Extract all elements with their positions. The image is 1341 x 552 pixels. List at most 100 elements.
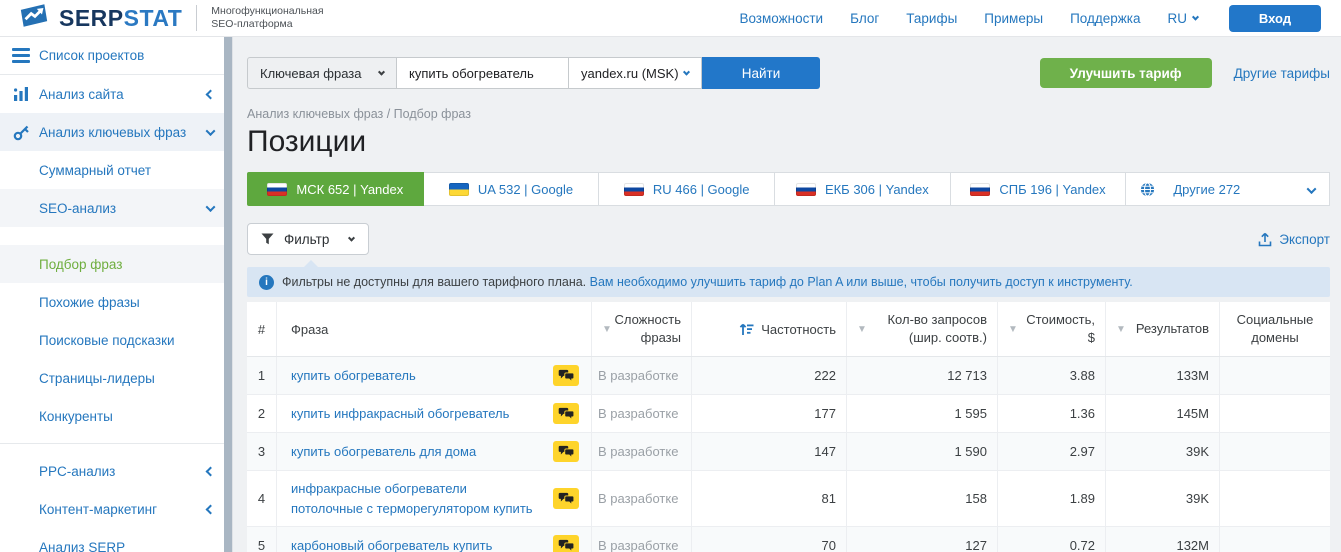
sidebar-item-site-analysis[interactable]: Анализ сайта bbox=[0, 75, 232, 113]
chevron-left-icon bbox=[207, 91, 214, 98]
row-number: 1 bbox=[247, 357, 277, 394]
filter-button[interactable]: Фильтр bbox=[247, 223, 369, 255]
region-dropdown[interactable]: yandex.ru (MSK) bbox=[569, 57, 702, 89]
column-header-difficulty[interactable]: ▼ Сложность фразы bbox=[592, 302, 692, 356]
language-switcher[interactable]: RU bbox=[1168, 11, 1199, 26]
phrase-link[interactable]: инфракрасные обогреватели потолочные с т… bbox=[291, 479, 541, 518]
sidebar-item-content-marketing[interactable]: Контент-маркетинг bbox=[0, 490, 232, 528]
tab-ekb-yandex[interactable]: ЕКБ 306 | Yandex bbox=[775, 172, 951, 206]
yandex-direct-ads-icon[interactable] bbox=[553, 535, 579, 552]
menu-icon bbox=[10, 45, 32, 67]
yandex-direct-ads-icon[interactable] bbox=[553, 403, 579, 424]
search-type-dropdown[interactable]: Ключевая фраза bbox=[247, 57, 397, 89]
sidebar-item-label: Список проектов bbox=[39, 48, 144, 63]
results-value: 132M bbox=[1106, 527, 1220, 552]
export-link[interactable]: Экспорт bbox=[1258, 232, 1330, 247]
column-header-cost[interactable]: ▼ Стоимость, $ bbox=[998, 302, 1106, 356]
column-header-label: Социальные домены bbox=[1228, 311, 1322, 346]
nav-link-support[interactable]: Поддержка bbox=[1070, 11, 1140, 26]
nav-link-pricing[interactable]: Тарифы bbox=[906, 11, 957, 26]
queries-value: 127 bbox=[847, 527, 998, 552]
yandex-direct-ads-icon[interactable] bbox=[553, 441, 579, 462]
social-domains-value bbox=[1220, 395, 1330, 432]
sort-descending-icon[interactable]: ▼ bbox=[1008, 324, 1018, 335]
scrollbar-thumb[interactable] bbox=[224, 37, 232, 552]
queries-value: 12 713 bbox=[847, 357, 998, 394]
sidebar-item-competitors[interactable]: Конкуренты bbox=[0, 397, 232, 435]
table-header-row: # Фраза ▼ Сложность фразы Частотность ▼ … bbox=[247, 302, 1330, 357]
table-row: 2 купить инфракрасный обогреватель В раз… bbox=[247, 395, 1330, 433]
tab-other-regions[interactable]: Другие 272 bbox=[1126, 172, 1330, 206]
tab-ua-google[interactable]: UA 532 | Google bbox=[424, 172, 600, 206]
tab-label: СПБ 196 | Yandex bbox=[999, 182, 1105, 197]
sidebar-item-search-suggestions[interactable]: Поисковые подсказки bbox=[0, 321, 232, 359]
sidebar-item-ppc-analysis[interactable]: PPC-анализ bbox=[0, 452, 232, 490]
sidebar-item-summary-report[interactable]: Суммарный отчет bbox=[0, 151, 232, 189]
phrase-link[interactable]: купить инфракрасный обогреватель bbox=[291, 404, 509, 424]
yandex-direct-ads-icon[interactable] bbox=[553, 488, 579, 509]
column-header-label: Сложность фразы bbox=[612, 311, 681, 346]
chevron-down-icon bbox=[207, 205, 214, 212]
table-row: 1 купить обогреватель В разработке 222 1… bbox=[247, 357, 1330, 395]
sort-descending-icon[interactable]: ▼ bbox=[602, 324, 612, 335]
sort-ascending-active-icon[interactable] bbox=[739, 323, 754, 336]
sidebar-item-serp-analysis[interactable]: Анализ SERP bbox=[0, 528, 232, 552]
plan-actions: Улучшить тариф Другие тарифы bbox=[1040, 58, 1330, 88]
chevron-left-icon bbox=[207, 468, 214, 475]
column-header-label: Результатов bbox=[1136, 320, 1209, 338]
column-header-phrase: Фраза bbox=[277, 302, 592, 356]
tab-label: RU 466 | Google bbox=[653, 182, 750, 197]
phrase-link[interactable]: купить обогреватель bbox=[291, 366, 416, 386]
results-value: 39K bbox=[1106, 471, 1220, 526]
search-button[interactable]: Найти bbox=[702, 57, 820, 89]
phrase-cell: инфракрасные обогреватели потолочные с т… bbox=[277, 471, 592, 526]
difficulty-status: В разработке bbox=[592, 395, 692, 432]
search-type-label: Ключевая фраза bbox=[260, 66, 361, 81]
login-button[interactable]: Вход bbox=[1229, 5, 1321, 32]
phrase-cell: купить обогреватель для дома bbox=[277, 433, 592, 470]
sort-descending-icon[interactable]: ▼ bbox=[1116, 324, 1126, 335]
frequency-value: 81 bbox=[692, 471, 847, 526]
social-domains-value bbox=[1220, 471, 1330, 526]
column-header-frequency[interactable]: Частотность bbox=[692, 302, 847, 356]
tab-ru-google[interactable]: RU 466 | Google bbox=[599, 172, 775, 206]
sidebar-item-keyword-selection[interactable]: Подбор фраз bbox=[0, 245, 232, 283]
column-header-queries[interactable]: ▼ Кол-во запросов (шир. соотв.) bbox=[847, 302, 998, 356]
queries-value: 158 bbox=[847, 471, 998, 526]
sidebar-item-top-pages[interactable]: Страницы-лидеры bbox=[0, 359, 232, 397]
tab-msk-yandex[interactable]: МСК 652 | Yandex bbox=[247, 172, 424, 206]
phrase-link[interactable]: купить обогреватель для дома bbox=[291, 442, 476, 462]
table-row: 3 купить обогреватель для дома В разрабо… bbox=[247, 433, 1330, 471]
column-header-number: # bbox=[247, 302, 277, 356]
sidebar-item-label: Подбор фраз bbox=[39, 257, 122, 272]
top-header: SERPSTAT Многофункциональная SEO-платфор… bbox=[0, 0, 1341, 37]
tab-label: ЕКБ 306 | Yandex bbox=[825, 182, 929, 197]
tab-label: Другие 272 bbox=[1173, 182, 1240, 197]
tab-spb-yandex[interactable]: СПБ 196 | Yandex bbox=[951, 172, 1127, 206]
phrase-link[interactable]: карбоновый обогреватель купить bbox=[291, 536, 492, 552]
brand[interactable]: SERPSTAT Многофункциональная SEO-платфор… bbox=[18, 3, 324, 33]
banner-arrow bbox=[303, 260, 319, 268]
sort-descending-icon[interactable]: ▼ bbox=[857, 324, 867, 335]
yandex-direct-ads-icon[interactable] bbox=[553, 365, 579, 386]
column-header-label: Кол-во запросов (шир. соотв.) bbox=[869, 311, 987, 346]
banner-upgrade-link[interactable]: Вам необходимо улучшить тариф до Plan A … bbox=[590, 275, 1133, 289]
sidebar-item-keyword-analysis[interactable]: Анализ ключевых фраз bbox=[0, 113, 232, 151]
sidebar-divider bbox=[0, 443, 232, 444]
upgrade-plan-button[interactable]: Улучшить тариф bbox=[1040, 58, 1212, 88]
main-content: Ключевая фраза yandex.ru (MSK) Найти Улу… bbox=[233, 37, 1341, 552]
search-input[interactable] bbox=[397, 57, 569, 89]
sidebar-item-seo-analysis[interactable]: SEO-анализ bbox=[0, 189, 232, 227]
globe-icon bbox=[1140, 182, 1155, 197]
plan-restriction-banner: i Фильтры не доступны для вашего тарифно… bbox=[247, 267, 1330, 297]
other-plans-link[interactable]: Другие тарифы bbox=[1234, 66, 1330, 81]
column-header-results[interactable]: ▼ Результатов bbox=[1106, 302, 1220, 356]
brand-name: SERPSTAT bbox=[59, 5, 182, 32]
nav-link-features[interactable]: Возможности bbox=[739, 11, 823, 26]
sidebar-scrollbar[interactable] bbox=[224, 37, 232, 552]
nav-link-blog[interactable]: Блог bbox=[850, 11, 879, 26]
sidebar-item-project-list[interactable]: Список проектов bbox=[0, 37, 232, 75]
sidebar-item-related-phrases[interactable]: Похожие фразы bbox=[0, 283, 232, 321]
nav-link-examples[interactable]: Примеры bbox=[984, 11, 1043, 26]
chevron-down-icon bbox=[207, 129, 214, 136]
